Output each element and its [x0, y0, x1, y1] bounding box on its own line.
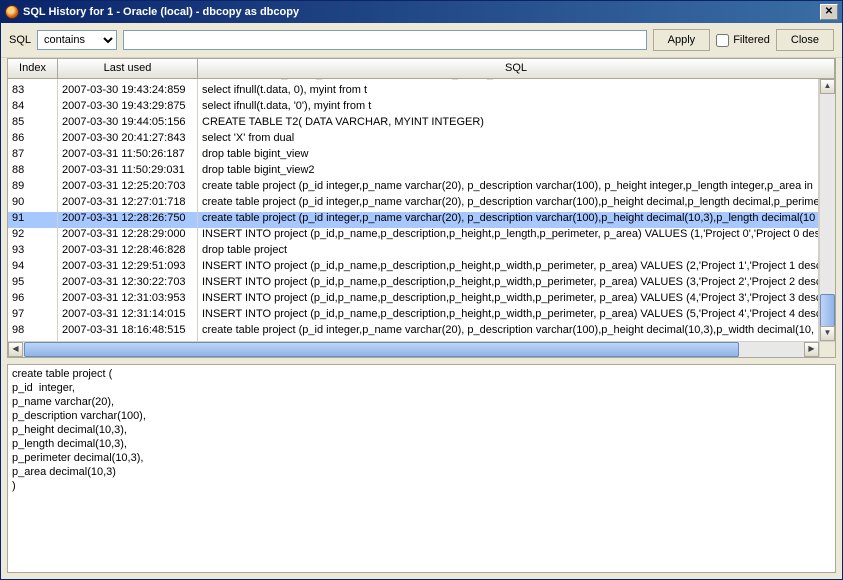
cell-last-used: 2007-03-31 12:28:46:828	[58, 244, 198, 260]
cell-last-used: 2007-03-31 12:29:51:093	[58, 260, 198, 276]
table-row[interactable]: 902007-03-31 12:27:01:718create table pr…	[8, 196, 819, 212]
col-last-used[interactable]: Last used	[58, 59, 198, 78]
scroll-right-icon[interactable]: ▶	[804, 342, 819, 357]
cell-index: 83	[8, 84, 58, 100]
cell-last-used: 2007-03-30 20:41:27:843	[58, 132, 198, 148]
cell-last-used: 2007-03-31 12:25:20:703	[58, 180, 198, 196]
cell-sql: create table project (p_id integer,p_nam…	[198, 196, 819, 212]
cell-last-used: 2007-03-31 12:31:14:015	[58, 308, 198, 324]
table-rows: 822007-03-29 08:02:58:911insert into DAT…	[8, 79, 819, 341]
col-sql[interactable]: SQL	[198, 59, 835, 78]
table-row[interactable]: 982007-03-31 18:16:48:515create table pr…	[8, 324, 819, 340]
toolbar: SQL contains Apply Filtered Close	[1, 23, 842, 58]
hscroll-thumb[interactable]	[24, 342, 739, 357]
cell-last-used: 2007-03-31 12:30:22:703	[58, 276, 198, 292]
cell-sql: CREATE TABLE T2( DATA VARCHAR, MYINT INT…	[198, 116, 819, 132]
scroll-left-icon[interactable]: ◀	[8, 342, 23, 357]
cell-index: 96	[8, 292, 58, 308]
table-row[interactable]: 872007-03-31 11:50:26:187drop table bigi…	[8, 148, 819, 164]
table-row[interactable]: 842007-03-30 19:43:29:875select ifnull(t…	[8, 100, 819, 116]
cell-sql: INSERT INTO project (p_id,p_name,p_descr…	[198, 292, 819, 308]
col-index[interactable]: Index	[8, 59, 58, 78]
cell-index: 94	[8, 260, 58, 276]
cell-index: 88	[8, 164, 58, 180]
table-row[interactable]: 882007-03-31 11:50:29:031drop table bigi…	[8, 164, 819, 180]
scroll-down-icon[interactable]: ▼	[820, 326, 835, 341]
table-row[interactable]: 832007-03-30 19:43:24:859select ifnull(t…	[8, 84, 819, 100]
filtered-checkbox[interactable]: Filtered	[716, 34, 770, 47]
table-row[interactable]: 862007-03-30 20:41:27:843select 'X' from…	[8, 132, 819, 148]
cell-last-used: 2007-03-31 11:50:29:031	[58, 164, 198, 180]
cell-index: 90	[8, 196, 58, 212]
cell-last-used: 2007-03-31 12:31:03:953	[58, 292, 198, 308]
table-row[interactable]: 912007-03-31 12:28:26:750create table pr…	[8, 212, 819, 228]
cell-index: 97	[8, 308, 58, 324]
cell-index: 91	[8, 212, 58, 228]
titlebar[interactable]: SQL History for 1 - Oracle (local) - dbc…	[1, 1, 842, 23]
table-row[interactable]: 892007-03-31 12:25:20:703create table pr…	[8, 180, 819, 196]
cell-sql: INSERT INTO project (p_id,p_name,p_descr…	[198, 260, 819, 276]
table-body: 822007-03-29 08:02:58:911insert into DAT…	[8, 79, 835, 357]
cell-sql: INSERT INTO project (p_id,p_name,p_descr…	[198, 308, 819, 324]
close-button[interactable]: Close	[776, 29, 834, 51]
cell-index: 95	[8, 276, 58, 292]
cell-last-used: 2007-03-31 12:27:01:718	[58, 196, 198, 212]
history-table: Index Last used SQL 822007-03-29 08:02:5…	[7, 58, 836, 358]
cell-last-used: 2007-03-31 18:16:48:515	[58, 324, 198, 340]
cell-sql: drop table bigint_view	[198, 148, 819, 164]
cell-sql: create table project (p_id integer,p_nam…	[198, 324, 819, 340]
filtered-checkbox-input[interactable]	[716, 34, 729, 47]
table-row[interactable]: 942007-03-31 12:29:51:093INSERT INTO pro…	[8, 260, 819, 276]
cell-last-used: 2007-03-31 12:28:29:000	[58, 228, 198, 244]
table-row[interactable]: 952007-03-31 12:30:22:703INSERT INTO pro…	[8, 276, 819, 292]
filter-mode-select[interactable]: contains	[37, 30, 117, 50]
scroll-up-icon[interactable]: ▲	[820, 79, 835, 94]
cell-index: 89	[8, 180, 58, 196]
window: SQL History for 1 - Oracle (local) - dbc…	[0, 0, 843, 580]
filter-input[interactable]	[123, 30, 647, 50]
sql-label: SQL	[9, 34, 31, 46]
cell-last-used: 2007-03-30 19:43:29:875	[58, 100, 198, 116]
cell-index: 86	[8, 132, 58, 148]
cell-index: 93	[8, 244, 58, 260]
cell-sql: select ifnull(t.data, 0), myint from t	[198, 84, 819, 100]
cell-index: 98	[8, 324, 58, 340]
table-header: Index Last used SQL	[8, 59, 835, 79]
cell-index: 92	[8, 228, 58, 244]
app-icon	[5, 5, 19, 19]
table-row[interactable]: 932007-03-31 12:28:46:828drop table proj…	[8, 244, 819, 260]
content: Index Last used SQL 822007-03-29 08:02:5…	[1, 58, 842, 579]
window-title: SQL History for 1 - Oracle (local) - dbc…	[23, 6, 820, 18]
cell-last-used: 2007-03-31 11:50:26:187	[58, 148, 198, 164]
cell-index: 85	[8, 116, 58, 132]
table-row[interactable]: 922007-03-31 12:28:29:000INSERT INTO pro…	[8, 228, 819, 244]
window-close-button[interactable]: ✕	[820, 4, 838, 20]
table-row[interactable]: 972007-03-31 12:31:14:015INSERT INTO pro…	[8, 308, 819, 324]
cell-last-used: 2007-03-30 19:44:05:156	[58, 116, 198, 132]
cell-last-used: 2007-03-31 12:28:26:750	[58, 212, 198, 228]
table-row[interactable]: 962007-03-31 12:31:03:953INSERT INTO pro…	[8, 292, 819, 308]
sql-detail-pane[interactable]: create table project ( p_id integer, p_n…	[7, 364, 836, 573]
cell-last-used: 2007-03-30 19:43:24:859	[58, 84, 198, 100]
horizontal-scrollbar[interactable]: ◀ ▶	[8, 341, 819, 357]
cell-sql: create table project (p_id integer,p_nam…	[198, 212, 819, 228]
scroll-corner	[819, 341, 835, 357]
apply-button[interactable]: Apply	[653, 29, 711, 51]
cell-index: 84	[8, 100, 58, 116]
cell-sql: INSERT INTO project (p_id,p_name,p_descr…	[198, 276, 819, 292]
vertical-scrollbar[interactable]: ▲ ▼	[819, 79, 835, 341]
cell-sql: drop table bigint_view2	[198, 164, 819, 180]
cell-sql: create table project (p_id integer,p_nam…	[198, 180, 819, 196]
cell-sql: select ifnull(t.data, '0'), myint from t	[198, 100, 819, 116]
filtered-label: Filtered	[733, 34, 770, 46]
cell-sql: drop table project	[198, 244, 819, 260]
table-row[interactable]: 852007-03-30 19:44:05:156CREATE TABLE T2…	[8, 116, 819, 132]
cell-sql: INSERT INTO project (p_id,p_name,p_descr…	[198, 228, 819, 244]
cell-sql: select 'X' from dual	[198, 132, 819, 148]
cell-index: 87	[8, 148, 58, 164]
